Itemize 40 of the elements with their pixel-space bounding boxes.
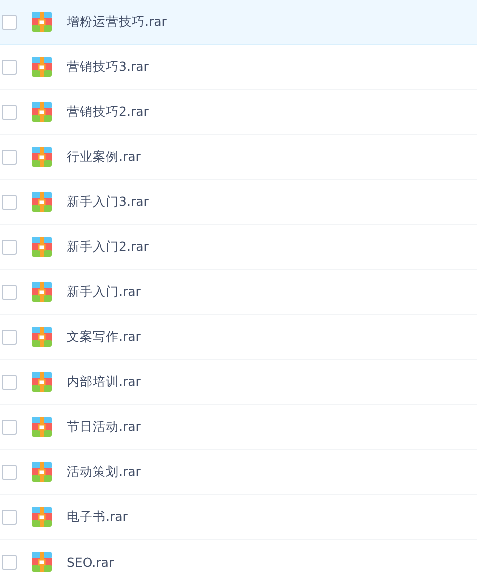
archive-icon <box>32 147 52 167</box>
checkbox[interactable] <box>2 464 17 480</box>
archive-icon <box>32 12 52 32</box>
checkbox[interactable] <box>2 554 17 570</box>
file-name: 新手入门.rar <box>67 284 141 300</box>
file-name: 活动策划.rar <box>67 464 141 480</box>
file-name: 电子书.rar <box>67 508 128 526</box>
checkbox[interactable] <box>2 194 17 210</box>
file-name: 行业案例.rar <box>67 148 141 166</box>
checkbox[interactable] <box>2 14 17 30</box>
checkbox[interactable] <box>2 104 17 120</box>
archive-icon <box>32 282 52 302</box>
checkbox[interactable] <box>2 374 17 390</box>
file-row[interactable]: 增粉运营技巧.rar <box>0 0 477 45</box>
file-name: 营销技巧3.rar <box>67 58 149 76</box>
archive-icon <box>32 552 52 572</box>
archive-icon <box>32 102 52 122</box>
file-name: 文案写作.rar <box>67 328 141 346</box>
checkbox[interactable] <box>2 60 17 74</box>
file-name: SEO.rar <box>67 554 114 570</box>
checkbox[interactable] <box>2 420 17 434</box>
archive-icon <box>32 57 52 77</box>
file-name: 新手入门3.rar <box>67 194 149 210</box>
archive-icon <box>32 507 52 527</box>
checkbox[interactable] <box>2 510 17 524</box>
checkbox[interactable] <box>2 284 17 300</box>
archive-icon <box>32 372 52 392</box>
archive-icon <box>32 327 52 347</box>
archive-icon <box>32 237 52 257</box>
archive-icon <box>32 192 52 212</box>
checkbox[interactable] <box>2 150 17 164</box>
file-name: 增粉运营技巧.rar <box>67 14 167 30</box>
file-name: 节日活动.rar <box>67 418 141 436</box>
checkbox[interactable] <box>2 240 17 254</box>
checkbox[interactable] <box>2 330 17 344</box>
file-name: 新手入门2.rar <box>67 238 149 256</box>
file-name: 内部培训.rar <box>67 374 141 390</box>
archive-icon <box>32 462 52 482</box>
file-name: 营销技巧2.rar <box>67 104 149 120</box>
archive-icon <box>32 417 52 437</box>
